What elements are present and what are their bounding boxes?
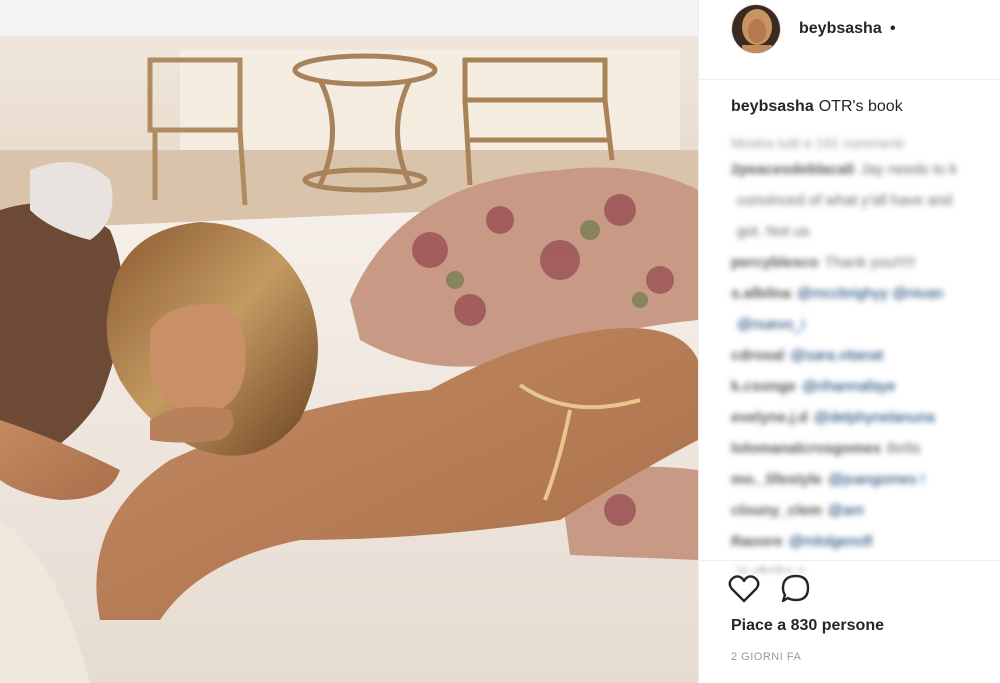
comment-username[interactable]: s.albilna [731, 285, 791, 302]
comment-username[interactable]: mo._lifestyle [731, 471, 822, 488]
post-sidebar: beybsasha • beybsasha OTR's book Mostra t… [698, 0, 1000, 683]
comment-username[interactable]: percyblesco [731, 254, 819, 271]
comment-row: Raoore @mlolgenofl [731, 526, 1000, 557]
comment-row: got. Not us [731, 216, 1000, 247]
comment-bubble-icon[interactable] [779, 572, 813, 606]
comment-username[interactable]: clouny_clem [731, 502, 822, 519]
comment-mention-link[interactable]: @mlolgenofl [789, 533, 873, 550]
follow-dot: • [890, 20, 896, 37]
comment-row: cdrosal @sara.vitanat [731, 340, 1000, 371]
comment-row: clouny_clem @am [731, 495, 1000, 526]
header-username[interactable]: beybsasha [799, 20, 882, 38]
post-photo-image [0, 0, 698, 683]
post-header: beybsasha • [699, 0, 1000, 80]
comment-mention-link[interactable]: @joangomes ! [828, 471, 925, 488]
comment-username[interactable]: k.csonge [731, 378, 796, 395]
comment-row: 2peacesdeblacali Jay needs to k [731, 154, 1000, 185]
comment-text: Bella [887, 440, 921, 457]
view-all-comments-link[interactable]: Mostra tutti e 191 commenti [731, 132, 1000, 154]
comment-mention-link[interactable]: @delphynelanuna [814, 409, 935, 426]
comment-row: lolomanalcrosgomes Bella [731, 433, 1000, 464]
avatar[interactable] [731, 4, 781, 54]
comment-mention-link[interactable]: @rihannafaye [802, 378, 896, 395]
comment-row: evelyne.j.d @delphynelanuna [731, 402, 1000, 433]
comment-username[interactable]: lolomanalcrosgomes [731, 440, 881, 457]
comment-text: Jay needs to k [860, 161, 958, 178]
comment-row: mo._lifestyle @joangomes ! [731, 464, 1000, 495]
comment-text: Thank you!!!!! [824, 254, 916, 271]
comment-row: s.albilna @mccbrighyy @nivan [731, 278, 1000, 309]
comment-mention-link[interactable]: @nuevo_i [737, 316, 805, 333]
post-caption: beybsasha OTR's book [731, 98, 903, 116]
post-timestamp: 2 GIORNI FA [731, 651, 802, 663]
comment-text: je choke a [737, 564, 805, 572]
comments-list: Mostra tutti e 191 commenti 2peacesdebla… [731, 132, 1000, 572]
comment-username[interactable]: 2peacesdeblacali [731, 161, 854, 178]
comment-username[interactable]: cdrosal [731, 347, 784, 364]
comment-mention-link[interactable]: @am [828, 502, 864, 519]
comment-row: @nuevo_i [731, 309, 1000, 340]
comment-username[interactable]: Raoore [731, 533, 783, 550]
comment-mention-link[interactable]: @mccbrighyy @nivan [797, 285, 943, 302]
comment-row: convinced of what y'all have and [731, 185, 1000, 216]
comment-mention-link[interactable]: @sara.vitanat [790, 347, 883, 364]
likes-count[interactable]: Piace a 830 persone [731, 617, 884, 635]
post-photo[interactable] [0, 0, 698, 683]
comment-row: percyblesco Thank you!!!!! [731, 247, 1000, 278]
comment-text: got. Not us [737, 223, 810, 240]
caption-text: OTR's book [818, 98, 903, 115]
caption-username[interactable]: beybsasha [731, 98, 814, 115]
divider [699, 560, 1000, 561]
heart-icon[interactable] [727, 572, 761, 606]
comment-text: convinced of what y'all have and [737, 192, 953, 209]
comment-row: k.csonge @rihannafaye [731, 371, 1000, 402]
comment-username[interactable]: evelyne.j.d [731, 409, 808, 426]
